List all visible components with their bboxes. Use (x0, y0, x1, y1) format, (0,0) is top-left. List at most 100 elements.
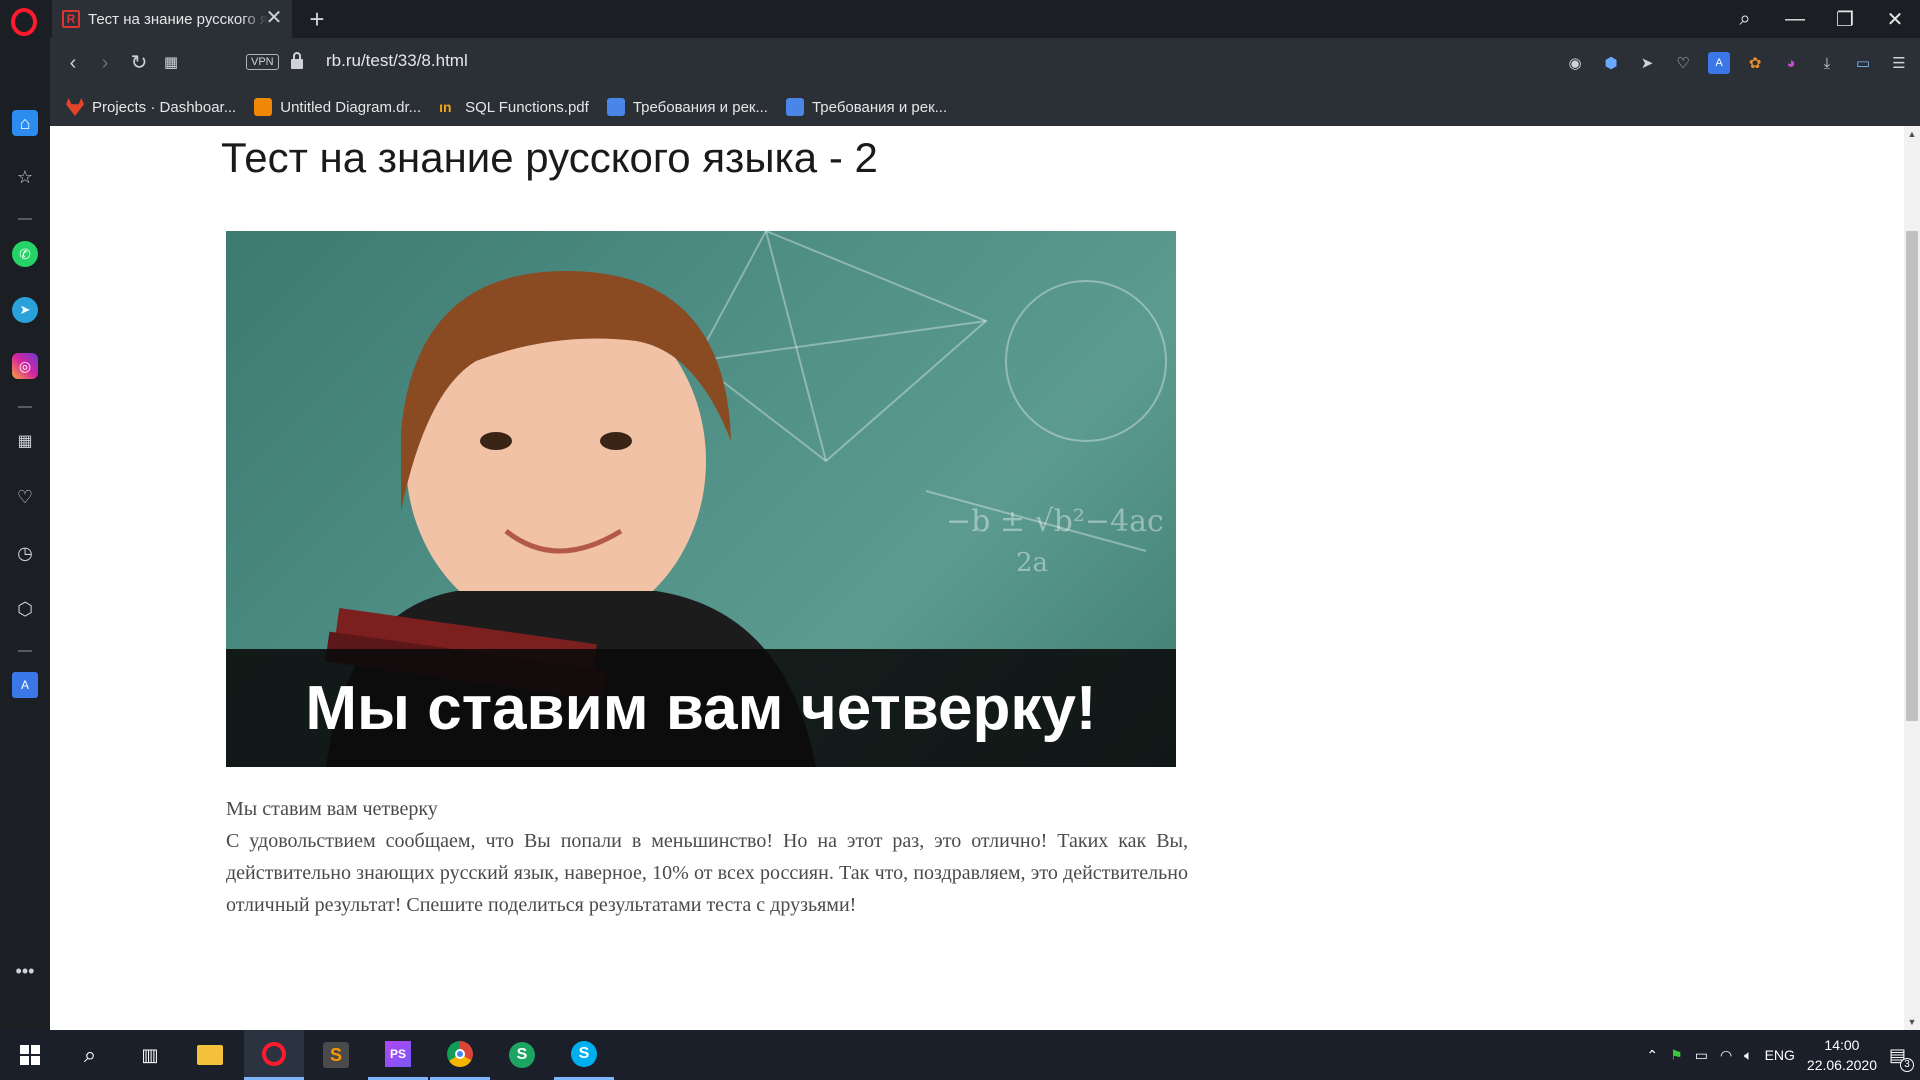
restore-button[interactable]: ❐ (1820, 0, 1870, 38)
opera-taskbar-icon[interactable] (244, 1030, 304, 1080)
translator-icon[interactable]: A (12, 672, 38, 698)
sidebar-divider (18, 406, 32, 408)
easy-setup-icon[interactable]: ☰ (1888, 52, 1910, 74)
vpn-badge[interactable]: VPN (246, 54, 279, 70)
scroll-down-icon[interactable]: ▼ (1904, 1014, 1920, 1030)
start-icon[interactable] (0, 1030, 60, 1080)
instagram-icon[interactable]: ◎ (12, 353, 38, 379)
minimize-button[interactable]: — (1770, 0, 1820, 38)
bookmark-label: Projects · Dashboar... (92, 98, 237, 116)
snapshot-icon[interactable]: ◉ (1564, 52, 1586, 74)
shield-icon[interactable]: ⬢ (1600, 52, 1622, 74)
svg-text:−b ± √b²−4ac: −b ± √b²−4ac (946, 504, 1164, 539)
drawio-icon (254, 98, 273, 116)
page-title: Тест на знание русского языка - 2 (221, 134, 878, 181)
notification-icon[interactable]: ▤ 3 (1889, 1045, 1914, 1072)
task-view-icon[interactable]: ▥ (120, 1030, 180, 1080)
windows-taskbar: ⌕ ▥ S PS S S ⌃ ⚑ ▭ ◠ 🔈︎ ENG 14:00 22.06.… (0, 1030, 1920, 1080)
lock-icon[interactable] (290, 52, 304, 70)
chrome-icon[interactable] (430, 1030, 490, 1080)
web-page: Тест на знание русского языка - 2 −b ± √… (50, 126, 1904, 1030)
hero-banner: Мы ставим вам четверку! (226, 649, 1176, 767)
result-text: С удовольствием сообщаем, что Вы попали … (226, 830, 1188, 916)
download-icon[interactable]: ⤓ (1816, 52, 1838, 74)
sidebar-divider (18, 650, 32, 652)
new-tab-button[interactable]: + (304, 4, 330, 34)
more-icon[interactable]: ••• (12, 958, 38, 984)
pdf-icon: ın (439, 99, 452, 115)
phpstorm-icon[interactable]: PS (368, 1030, 428, 1080)
address-bar-icons: ◉ ⬢ ➤ ♡ A ✿ ◕ ⤓ ▭ ☰ (1564, 38, 1920, 88)
star-icon[interactable]: ☆ (12, 164, 38, 190)
rb-favicon-icon: R (62, 10, 80, 28)
wifi-icon[interactable]: ◠ (1720, 1047, 1732, 1064)
scroll-thumb[interactable] (1906, 231, 1918, 721)
result-heading: Мы ставим вам четверку (226, 798, 438, 820)
active-tab[interactable]: R Тест на знание русского я ✕ (52, 0, 292, 38)
chevron-up-icon[interactable]: ⌃ (1646, 1047, 1658, 1064)
bookmark-label: Untitled Diagram.dr... (280, 98, 422, 116)
clock[interactable]: 14:00 22.06.2020 (1807, 1035, 1877, 1075)
battery-icon[interactable]: ▭ (1695, 1047, 1708, 1064)
docs-icon (785, 98, 804, 116)
bookmark-label: SQL Functions.pdf (465, 98, 589, 116)
hero-caption: Мы ставим вам четверку! (305, 673, 1097, 743)
address-bar: ‹ › ↻ ▦ VPN rb.ru/test/33/8.html ◉ ⬢ ➤ ♡… (50, 38, 1920, 88)
url-field[interactable]: rb.ru/test/33/8.html (326, 51, 468, 71)
back-button[interactable]: ‹ (60, 50, 86, 76)
notification-count: 3 (1900, 1057, 1914, 1072)
tab-bar: R Тест на знание русского я ✕ + ⌕ — ❐ ✕ (0, 0, 1920, 38)
flag-icon[interactable]: ⚑ (1670, 1047, 1683, 1064)
date: 22.06.2020 (1806, 1057, 1877, 1073)
gitlab-icon (66, 98, 84, 116)
bookmark-docs-2[interactable]: Требования и рек... (785, 98, 948, 116)
history-icon[interactable]: ◷ (12, 540, 38, 566)
svg-text:2a: 2a (1016, 548, 1048, 578)
home-icon[interactable]: ⌂ (12, 110, 38, 136)
heart-icon[interactable]: ♡ (1672, 52, 1694, 74)
tab-title: Тест на знание русского я (88, 10, 268, 28)
color-picker-icon[interactable]: ◕ (1780, 52, 1802, 74)
result-image: −b ± √b²−4ac 2a Мы ставим вам четверку! (226, 231, 1176, 767)
sublime-text-icon[interactable]: S (306, 1030, 366, 1080)
send-icon[interactable]: ➤ (1636, 52, 1658, 74)
extension-icon[interactable]: ✿ (1744, 52, 1766, 74)
heart-sidebar-icon[interactable]: ♡ (12, 484, 38, 510)
bookmark-label: Требования и рек... (811, 98, 948, 116)
reload-button[interactable]: ↻ (126, 50, 152, 76)
screen: R Тест на знание русского я ✕ + ⌕ — ❐ ✕ … (0, 0, 1920, 1080)
translate-icon[interactable]: A (1708, 52, 1730, 74)
page-scrollbar[interactable]: ▲ ▼ (1904, 126, 1920, 1030)
file-explorer-icon[interactable] (180, 1030, 240, 1080)
extensions-icon[interactable]: ⬡ (12, 596, 38, 622)
bookmark-gitlab[interactable]: Projects · Dashboar... (66, 98, 236, 116)
time: 14:00 (1824, 1037, 1860, 1053)
bookmark-docs-1[interactable]: Требования и рек... (606, 98, 768, 116)
docs-icon (606, 98, 625, 116)
s-app-icon[interactable]: S (492, 1030, 552, 1080)
tab-close-icon[interactable]: ✕ (264, 8, 284, 28)
bookmark-label: Требования и рек... (632, 98, 768, 116)
opera-sidebar: ⌂ ☆ ✆ ➤ ◎ ▦ ♡ ◷ ⬡ A ••• (0, 38, 50, 1030)
scroll-up-icon[interactable]: ▲ (1904, 126, 1920, 142)
search-tabs-icon[interactable]: ⌕ (1720, 0, 1770, 38)
telegram-icon[interactable]: ➤ (12, 297, 38, 323)
bookmark-drawio[interactable]: Untitled Diagram.dr... (254, 98, 421, 116)
system-tray: ⌃ ⚑ ▭ ◠ 🔈︎ ENG 14:00 22.06.2020 ▤ 3 (1646, 1030, 1920, 1080)
sidebar-divider (18, 218, 32, 220)
bookmark-sql-pdf[interactable]: ın SQL Functions.pdf (439, 98, 589, 116)
window-controls: ⌕ — ❐ ✕ (1720, 0, 1920, 38)
language-indicator[interactable]: ENG (1765, 1047, 1795, 1063)
speed-dial-sidebar-icon[interactable]: ▦ (12, 428, 38, 454)
skype-icon[interactable]: S (554, 1030, 614, 1080)
result-description: Мы ставим вам четверку С удовольствием с… (226, 793, 1188, 921)
whatsapp-icon[interactable]: ✆ (12, 241, 38, 267)
bookmarks-bar: Projects · Dashboar... Untitled Diagram.… (50, 88, 1920, 126)
opera-menu-icon[interactable] (10, 8, 38, 36)
close-window-button[interactable]: ✕ (1870, 0, 1920, 38)
search-icon[interactable]: ⌕ (60, 1030, 120, 1080)
speed-dial-icon[interactable]: ▦ (158, 50, 184, 76)
battery-saver-icon[interactable]: ▭ (1852, 52, 1874, 74)
forward-button[interactable]: › (92, 50, 118, 76)
volume-icon[interactable]: 🔈︎ (1744, 1047, 1752, 1064)
